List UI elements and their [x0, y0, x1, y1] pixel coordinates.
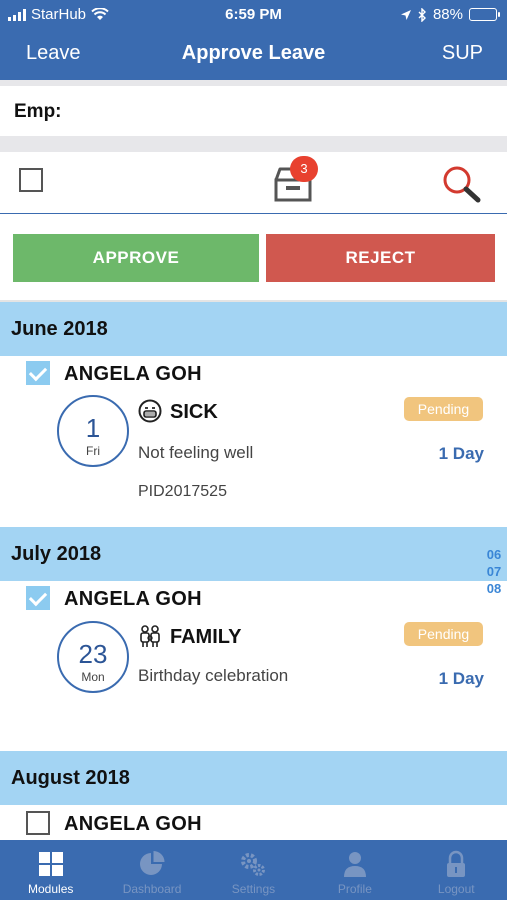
search-icon[interactable]	[440, 164, 482, 204]
select-all-checkbox[interactable]	[19, 168, 43, 192]
leave-duration: 1 Day	[438, 444, 484, 463]
notification-badge: 3	[290, 156, 318, 182]
leave-select-checkbox[interactable]	[26, 586, 50, 610]
month-header: August 2018	[0, 751, 507, 805]
sup-button[interactable]: SUP	[442, 42, 483, 65]
pie-chart-icon	[140, 851, 165, 875]
employee-name[interactable]: ANGELA GOH	[64, 813, 202, 836]
leave-type: FAMILY	[170, 626, 242, 648]
date-badge: 1 Fri	[57, 395, 129, 467]
month-index-item[interactable]: 08	[484, 580, 504, 597]
date-badge: 23 Mon	[57, 621, 129, 693]
month-index-item[interactable]: 07	[484, 563, 504, 580]
reject-button[interactable]: REJECT	[266, 234, 495, 282]
divider	[0, 136, 507, 152]
month-label: August 2018	[11, 767, 130, 789]
page-title: Approve Leave	[181, 42, 326, 64]
employee-name[interactable]: ANGELA GOH	[64, 363, 202, 386]
leave-select-checkbox[interactable]	[26, 811, 50, 835]
month-header: June 2018	[0, 302, 507, 356]
month-index-item[interactable]: 06	[484, 546, 504, 563]
tab-label: Logout	[437, 882, 475, 896]
leave-reason: Birthday celebration	[138, 666, 289, 685]
toolbar	[0, 152, 507, 214]
employee-name[interactable]: ANGELA GOH	[64, 588, 202, 611]
leave-select-checkbox[interactable]	[26, 361, 50, 385]
month-label: July 2018	[11, 543, 102, 565]
tab-bar: Modules Dashboard Settings Profile Logou…	[0, 840, 507, 900]
emp-label: Emp:	[14, 101, 62, 122]
tab-modules[interactable]: Modules	[0, 840, 101, 900]
tab-label: Profile	[337, 882, 372, 896]
tab-dashboard[interactable]: Dashboard	[101, 840, 202, 900]
person-icon	[343, 852, 366, 877]
tab-label: Modules	[28, 882, 74, 896]
leave-reason: Not feeling well	[138, 443, 254, 462]
location-arrow-icon	[400, 9, 411, 20]
status-right: 88%	[400, 6, 500, 23]
lock-icon	[447, 850, 466, 877]
battery-percent: 88%	[432, 6, 463, 23]
day-name: Mon	[81, 670, 105, 684]
status-bar: StarHub 6:59 PM 88%	[0, 0, 507, 30]
day-number: 1	[85, 413, 101, 443]
month-label: June 2018	[11, 318, 108, 340]
bluetooth-icon	[418, 7, 426, 22]
tab-label: Dashboard	[122, 882, 182, 896]
leave-type: SICK	[170, 401, 218, 423]
tab-label: Settings	[231, 882, 276, 896]
month-header: July 2018	[0, 527, 507, 581]
grid-icon	[38, 852, 63, 876]
gears-icon	[241, 853, 266, 876]
tab-settings[interactable]: Settings	[203, 840, 304, 900]
sick-mask-icon	[138, 399, 162, 423]
nav-bar: Leave Approve Leave SUP	[0, 30, 507, 80]
tab-logout[interactable]: Logout	[406, 840, 507, 900]
status-badge: Pending	[404, 622, 483, 646]
emp-filter-field[interactable]: Emp:	[0, 86, 507, 136]
tab-profile[interactable]: Profile	[304, 840, 405, 900]
leave-pid: PID2017525	[138, 483, 227, 500]
approve-button[interactable]: APPROVE	[13, 234, 259, 282]
day-number: 23	[78, 639, 108, 669]
month-index[interactable]: 06 07 08	[484, 546, 504, 597]
family-icon	[140, 625, 160, 647]
leave-duration: 1 Day	[438, 669, 484, 688]
battery-icon	[469, 8, 500, 21]
status-badge: Pending	[404, 397, 483, 421]
day-name: Fri	[86, 444, 100, 458]
